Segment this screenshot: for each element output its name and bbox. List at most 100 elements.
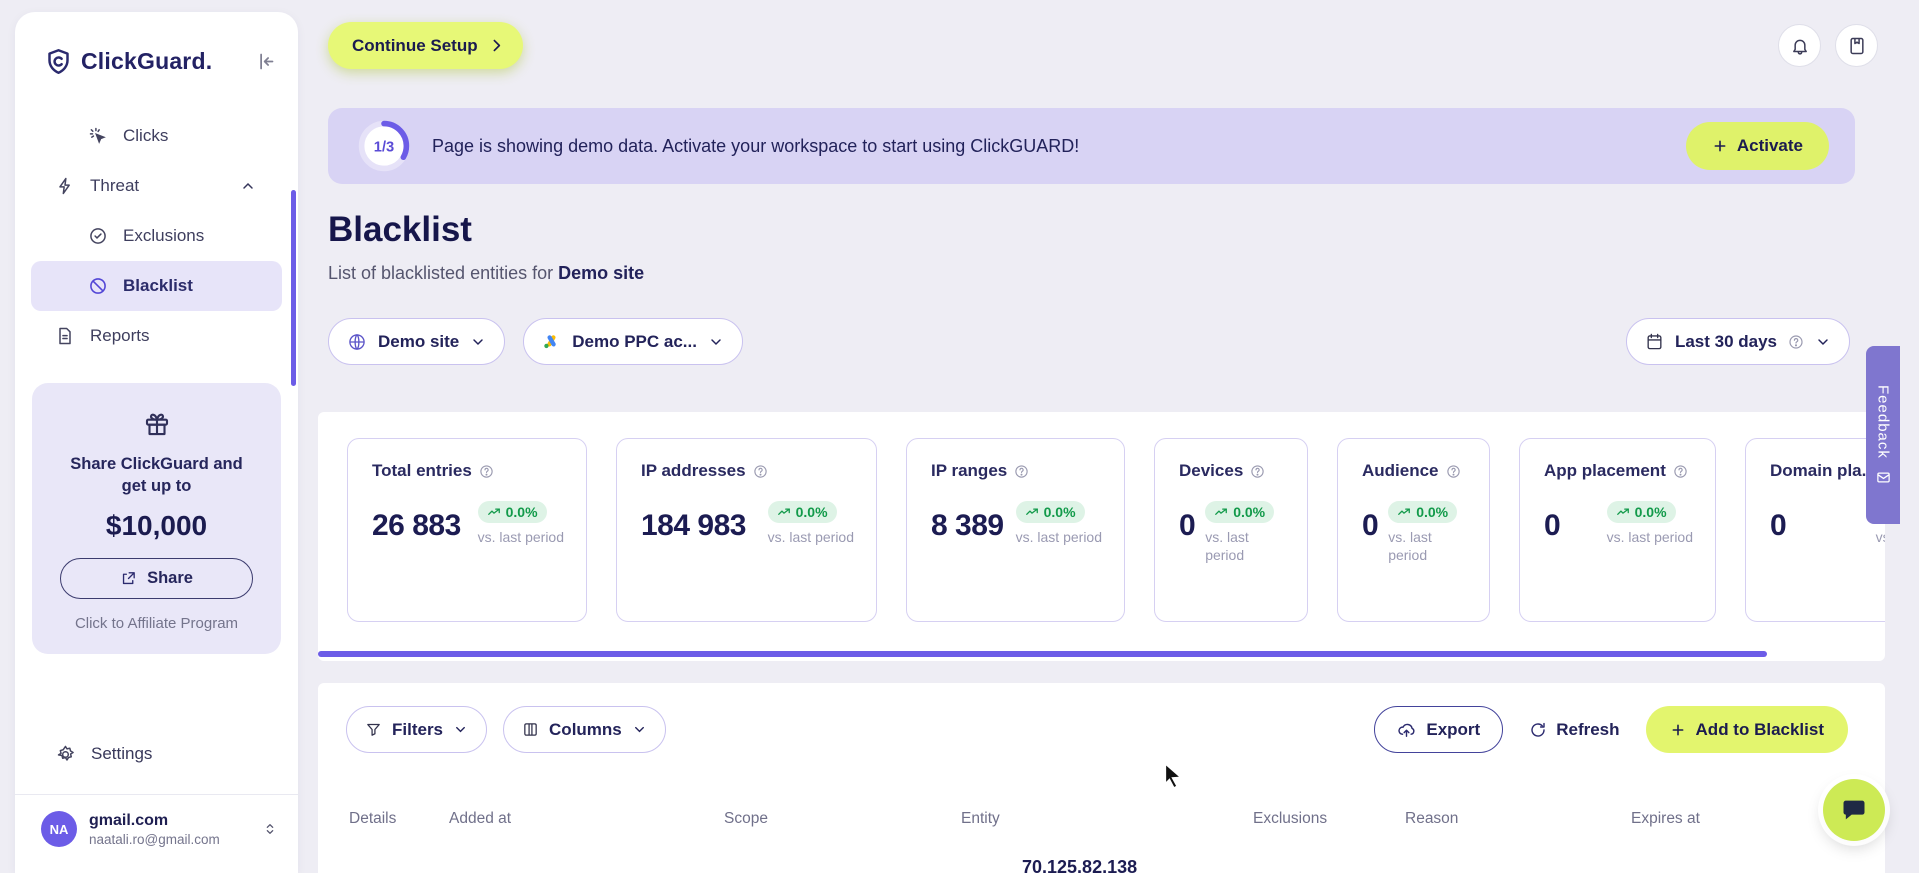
stat-card-app-placement: App placement 0 0.0% vs. last period [1519,438,1716,622]
stat-value: 184 983 [641,509,746,542]
stat-change: 0.0% [1634,504,1667,520]
activate-label: Activate [1736,136,1803,155]
ppc-account-selector[interactable]: Demo PPC ac... [523,318,743,365]
settings-label: Settings [91,744,153,763]
columns-icon [522,721,539,738]
info-icon[interactable] [1673,464,1688,479]
promo-text-line2: get up to [121,477,192,496]
affiliate-program-link[interactable]: Click to Affiliate Program [48,615,265,632]
stat-vs-label: vs. last period [767,529,854,545]
trend-up-icon [1214,505,1228,519]
continue-setup-button[interactable]: Continue Setup [328,22,523,69]
banner-message: Page is showing demo data. Activate your… [432,135,1080,156]
stat-value: 0 [1179,509,1196,542]
stat-card-ip-addresses: IP addresses 184 983 0.0% vs. last perio… [616,438,877,622]
column-header-scope[interactable]: Scope [724,810,768,828]
sidebar-item-settings[interactable]: Settings [15,730,298,778]
sidebar-item-exclusions[interactable]: Exclusions [15,211,298,261]
chevron-down-icon [632,722,647,737]
column-header-reason[interactable]: Reason [1405,810,1458,828]
sidebar-scrollbar-thumb[interactable] [291,190,296,386]
filters-label: Filters [392,719,444,739]
page-subtitle: List of blacklisted entities for Demo si… [328,263,644,284]
stat-vs-label: vs. last period [1205,529,1249,563]
sidebar-item-reports[interactable]: Reports [15,311,298,361]
activate-button[interactable]: Activate [1685,122,1829,170]
blacklist-block-icon [88,276,108,296]
chevron-right-icon [488,37,505,54]
add-to-blacklist-button[interactable]: Add to Blacklist [1645,706,1848,753]
stat-change: 0.0% [1416,504,1449,520]
horizontal-scrollbar-thumb[interactable] [318,651,1767,657]
info-icon[interactable] [1014,464,1029,479]
add-to-blacklist-label: Add to Blacklist [1695,719,1824,739]
stats-panel: Total entries 26 883 0.0% vs. last perio… [318,412,1885,661]
sidebar-item-label: Blacklist [123,276,193,295]
docs-book-icon [1847,36,1867,56]
stat-value: 8 389 [931,509,1004,542]
stat-vs-label: vs. last period [1606,529,1693,545]
column-header-details[interactable]: Details [349,810,396,828]
share-external-link-icon [120,570,137,587]
sidebar-item-label: Threat [90,176,140,195]
filters-button[interactable]: Filters [346,706,488,753]
stat-card-devices: Devices 0 0.0% vs. last period [1154,438,1308,622]
promo-amount: $10,000 [105,509,208,541]
sidebar-nav: Clicks Threat Exclusions Blacklist Repor… [15,111,298,361]
stat-vs-label: vs. last period [477,529,564,545]
stat-card-total-entries: Total entries 26 883 0.0% vs. last perio… [347,438,587,622]
info-icon[interactable] [1446,464,1461,479]
sidebar-item-label: Exclusions [123,226,205,245]
sidebar-item-threat[interactable]: Threat [15,161,298,211]
user-account-switcher[interactable]: NA gmail.com naatali.ro@gmail.com [15,795,298,873]
user-name: gmail.com [89,811,169,829]
trend-up-icon [1616,505,1630,519]
info-icon[interactable] [479,464,494,479]
stat-value: 0 [1544,509,1561,542]
sidebar-item-clicks[interactable]: Clicks [15,111,298,161]
date-range-selector[interactable]: Last 30 days [1625,318,1850,365]
stat-label: Devices [1179,461,1244,480]
trend-up-icon [777,505,791,519]
promo-text-line1: Share ClickGuard and [70,455,243,473]
stat-label: App placement [1544,461,1666,480]
chevron-down-icon [470,334,486,350]
share-button[interactable]: Share [60,557,253,599]
feedback-label: Feedback [1874,384,1892,459]
help-icon [1788,334,1804,350]
column-header-exclusions[interactable]: Exclusions [1253,810,1327,828]
blacklist-table-panel: Filters Columns Export Refresh Add to Bl… [318,683,1885,873]
filter-row: Demo site Demo PPC ac... Last 30 days [328,318,1850,365]
chat-widget-button[interactable] [1823,779,1885,841]
docs-button[interactable] [1835,24,1878,67]
stat-card-audience: Audience 0 0.0% vs. last period [1337,438,1490,622]
columns-button[interactable]: Columns [503,706,666,753]
chevron-up-icon[interactable] [240,178,256,194]
chevron-down-icon [453,722,468,737]
feedback-tab[interactable]: Feedback [1866,346,1900,524]
progress-ring-icon: 1/3 [356,118,412,174]
stat-label: IP addresses [641,461,746,480]
brand-name: ClickGuard. [81,48,213,74]
stat-change: 0.0% [1043,504,1076,520]
sidebar-bottom: Settings NA gmail.com naatali.ro@gmail.c… [15,730,298,873]
notifications-button[interactable] [1778,24,1821,67]
refresh-icon [1529,721,1547,739]
columns-label: Columns [549,719,622,739]
clickguard-shield-logo-icon [45,48,72,75]
stat-change: 0.0% [795,504,828,520]
collapse-sidebar-icon[interactable] [255,51,276,72]
info-icon[interactable] [1250,464,1265,479]
refresh-button[interactable]: Refresh [1519,706,1629,753]
stat-label: IP ranges [931,461,1008,480]
info-icon[interactable] [753,464,768,479]
subtitle-text: List of blacklisted entities for [328,263,554,283]
reports-document-icon [55,326,75,346]
column-header-added-at[interactable]: Added at [449,810,511,828]
sidebar-item-blacklist[interactable]: Blacklist [31,261,282,311]
row-entity-value: 70.125.82.138 [1022,857,1138,873]
site-selector[interactable]: Demo site [328,318,506,365]
export-button[interactable]: Export [1374,706,1504,753]
column-header-expires-at[interactable]: Expires at [1631,810,1700,828]
column-header-entity[interactable]: Entity [961,810,1000,828]
